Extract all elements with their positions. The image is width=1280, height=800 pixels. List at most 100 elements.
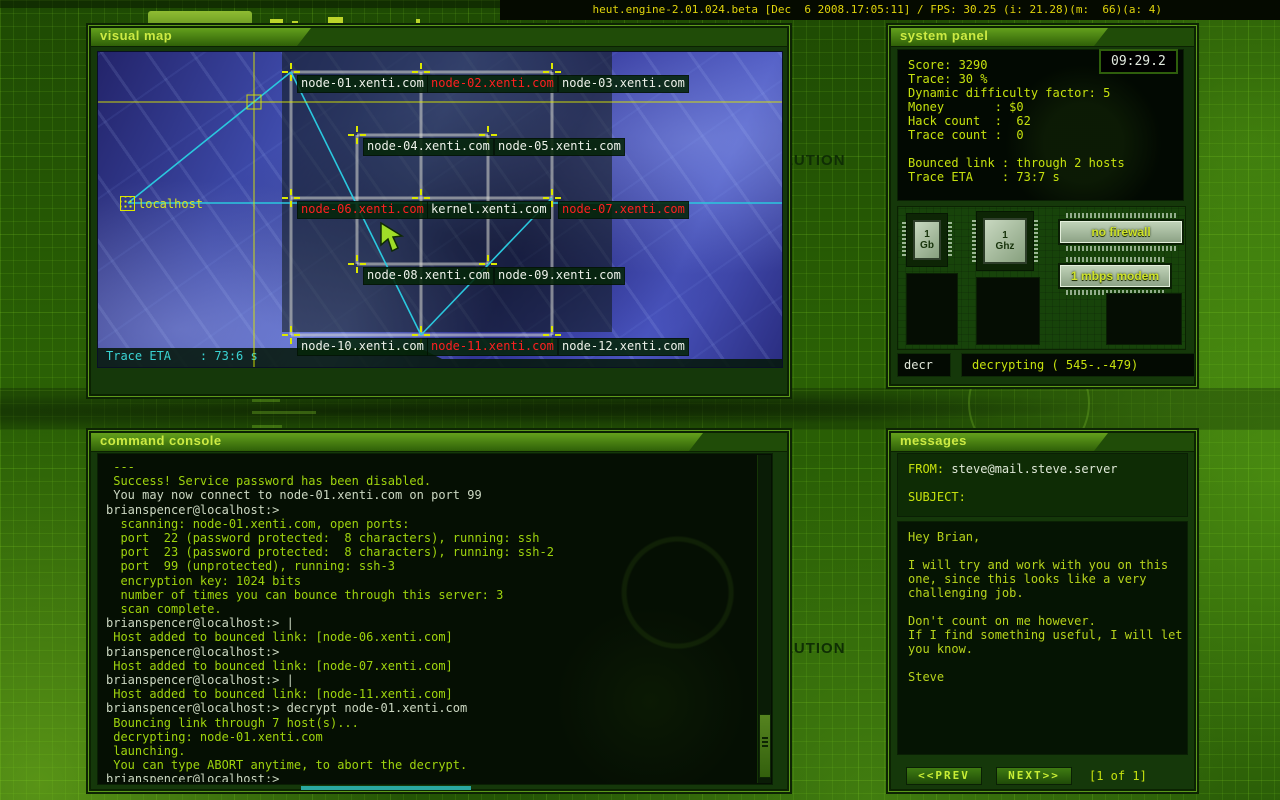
console-scrollbar-thumb[interactable] (759, 714, 771, 778)
engine-status-bar: heut.engine-2.01.024.beta [Dec 6 2008.17… (500, 0, 1280, 20)
map-viewport[interactable]: Trace ETA : 73:6 s (97, 51, 783, 368)
hardware-slot (976, 277, 1040, 345)
stat-line: Dynamic difficulty factor: 5 (908, 86, 1183, 100)
background-microtext (252, 425, 282, 428)
from-label: FROM: (908, 462, 944, 476)
message-body-line: Hey Brian, (908, 530, 1187, 544)
console-viewport[interactable]: --- Success! Service password has been d… (97, 453, 773, 785)
map-node[interactable]: node-03.xenti.com (558, 75, 689, 93)
background-letter-fragment (328, 17, 343, 25)
console-line: launching. (106, 744, 754, 758)
console-output: --- Success! Service password has been d… (106, 460, 754, 782)
cpu-unit: Ghz (996, 241, 1015, 253)
console-line: encryption key: 1024 bits (106, 574, 754, 588)
prev-message-button[interactable]: <<PREV (906, 767, 982, 785)
localhost-icon[interactable] (120, 196, 135, 211)
stat-line: Trace ETA : 73:7 s (908, 170, 1183, 184)
console-line: Bouncing link through 7 host(s)... (106, 716, 754, 730)
firewall-status: no firewall (1058, 219, 1184, 245)
map-node[interactable]: node-09.xenti.com (494, 267, 625, 285)
console-line: Success! Service password has been disab… (106, 474, 754, 488)
console-line: port 99 (unprotected), running: ssh-3 (106, 559, 754, 573)
console-title: command console (100, 433, 222, 448)
console-line: decrypting: node-01.xenti.com (106, 730, 754, 744)
top-strip (0, 0, 500, 8)
stat-line: Trace: 30 % (908, 72, 1183, 86)
map-node[interactable]: node-01.xenti.com (297, 75, 428, 93)
map-node[interactable]: node-04.xenti.com (363, 138, 494, 156)
command-console-panel: command console --- Success! Service pas… (88, 430, 790, 792)
modem-status: 1 mbps modem (1058, 263, 1172, 289)
console-line: brianspencer@localhost:> | (106, 673, 754, 687)
stat-line: Trace count : 0 (908, 128, 1183, 142)
hardware-area: 1Gb 1Ghz no firewall 1 mbps modem (897, 206, 1186, 350)
message-body: Hey Brian, I will try and work with you o… (897, 521, 1188, 755)
console-line: port 22 (password protected: 8 character… (106, 531, 754, 545)
map-node[interactable]: node-06.xenti.com (297, 201, 428, 219)
console-line: brianspencer@localhost:> (106, 503, 754, 517)
subject-label: SUBJECT: (908, 490, 966, 504)
visual-map-titlebar: visual map (91, 28, 787, 47)
titlebar-diagonal (1094, 433, 1194, 451)
map-node[interactable]: kernel.xenti.com (427, 201, 551, 219)
from-address: steve@mail.steve.server (951, 462, 1117, 476)
message-body-line: If I find something useful, I will let (908, 628, 1187, 642)
messages-titlebar: messages (891, 433, 1194, 452)
message-body-line (908, 656, 1187, 670)
message-header: FROM: steve@mail.steve.server SUBJECT: (897, 453, 1188, 517)
cpu-value: 1 (1002, 230, 1008, 242)
messages-title: messages (900, 433, 967, 448)
message-body-line: Steve (908, 670, 1187, 684)
message-body-line: one, since this looks like a very (908, 572, 1187, 586)
map-node[interactable]: node-11.xenti.com (427, 338, 558, 356)
console-line: You may now connect to node-01.xenti.com… (106, 488, 754, 502)
map-node[interactable]: node-08.xenti.com (363, 267, 494, 285)
stat-line: Hack count : 62 (908, 114, 1183, 128)
game-clock: 09:29.2 (1099, 49, 1178, 74)
console-line: --- (106, 460, 754, 474)
console-titlebar: command console (91, 433, 787, 452)
ram-chip-icon: 1Gb (906, 213, 948, 267)
console-frame-accent (301, 786, 471, 790)
engine-status-text: heut.engine-2.01.024.beta [Dec 6 2008.17… (592, 0, 1162, 20)
message-body-line (908, 600, 1187, 614)
map-node[interactable]: node-12.xenti.com (558, 338, 689, 356)
command-status-box: decrypting ( 545-.-479) (961, 353, 1195, 377)
map-node[interactable]: node-02.xenti.com (427, 75, 558, 93)
stat-line: Money : $0 (908, 100, 1183, 114)
hardware-slot (906, 273, 958, 345)
map-node[interactable]: node-10.xenti.com (297, 338, 428, 356)
console-line: Host added to bounced link: [node-11.xen… (106, 687, 754, 701)
next-message-button[interactable]: NEXT>> (996, 767, 1072, 785)
console-line: scan complete. (106, 602, 754, 616)
console-line: brianspencer@localhost:> (106, 645, 754, 659)
message-body-line: I will try and work with you on this (908, 558, 1187, 572)
system-panel-title: system panel (900, 28, 988, 43)
localhost-label[interactable]: localhost (138, 197, 203, 211)
map-node[interactable]: node-07.xenti.com (558, 201, 689, 219)
console-line: brianspencer@localhost:> | (106, 616, 754, 630)
message-body-line: challenging job. (908, 586, 1187, 600)
ram-value: 1 (924, 229, 930, 241)
titlebar-diagonal (297, 28, 787, 46)
visual-map-panel: visual map Trace ETA : 73:6 s (88, 25, 790, 397)
mouse-cursor-icon (380, 222, 404, 252)
visual-map-title: visual map (100, 28, 172, 43)
message-page-indicator: [1 of 1] (1089, 769, 1147, 783)
console-line: number of times you can bounce through t… (106, 588, 754, 602)
ram-unit: Gb (920, 240, 934, 252)
console-line: brianspencer@localhost:> decrypt node-01… (106, 701, 754, 715)
stat-line: Bounced link : through 2 hosts (908, 156, 1183, 170)
console-scrollbar[interactable] (757, 455, 771, 783)
message-body-line (908, 544, 1187, 558)
titlebar-diagonal (689, 433, 787, 451)
console-line: brianspencer@localhost:> (106, 772, 754, 782)
stat-line (908, 142, 1183, 156)
cpu-chip-icon: 1Ghz (976, 211, 1034, 271)
console-line: You can type ABORT anytime, to abort the… (106, 758, 754, 772)
system-panel-titlebar: system panel (891, 28, 1194, 47)
titlebar-diagonal (1094, 28, 1194, 46)
console-line: Host added to bounced link: [node-07.xen… (106, 659, 754, 673)
map-node[interactable]: node-05.xenti.com (494, 138, 625, 156)
background-microtext (252, 411, 316, 414)
